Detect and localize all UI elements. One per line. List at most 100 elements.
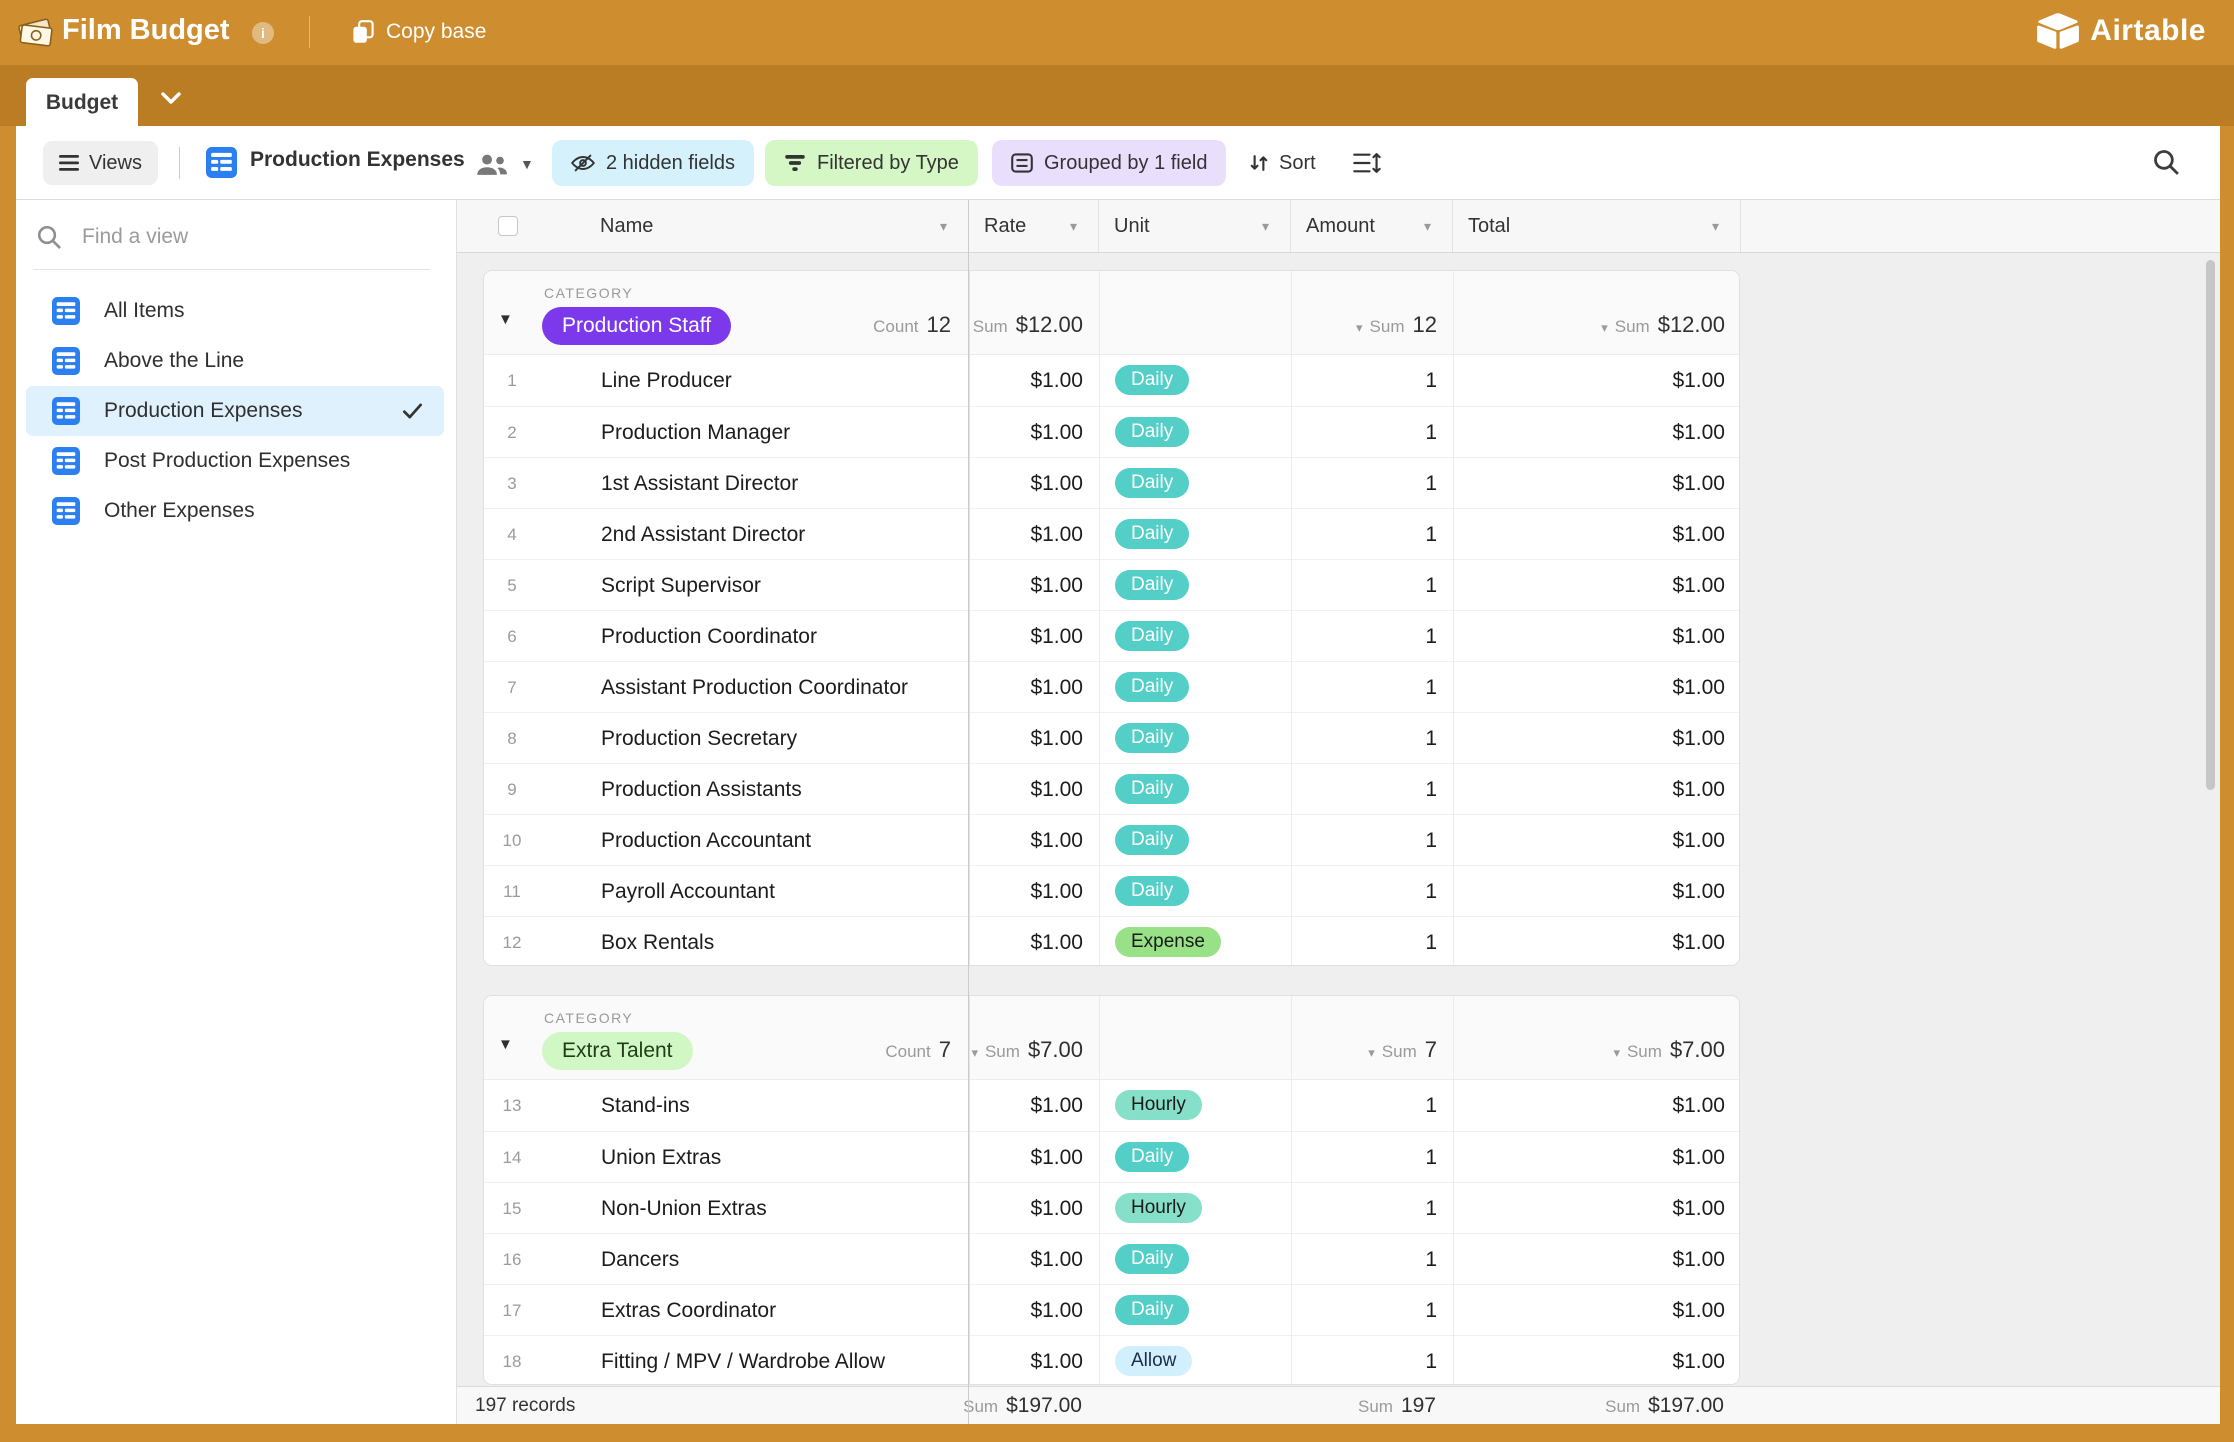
cell-unit[interactable]: Daily bbox=[1115, 1285, 1189, 1336]
footer-amount-summary[interactable]: Sum197 bbox=[1207, 1387, 1436, 1424]
info-icon[interactable]: i bbox=[252, 22, 274, 44]
cell-amount[interactable]: 1 bbox=[1271, 355, 1437, 406]
table-row[interactable]: 3 1st Assistant Director $1.00 Daily 1 $… bbox=[484, 457, 1739, 508]
sidebar-view-item[interactable]: Post Production Expenses bbox=[26, 436, 444, 486]
sidebar-view-item[interactable]: Other Expenses bbox=[26, 486, 444, 536]
group-amount-summary[interactable]: ▾Sum7 bbox=[1187, 996, 1437, 1080]
sort-button[interactable]: Sort bbox=[1249, 140, 1316, 186]
copy-base-button[interactable]: Copy base bbox=[352, 14, 486, 50]
cell-total[interactable]: $1.00 bbox=[1453, 560, 1725, 611]
cell-name[interactable]: Union Extras bbox=[601, 1132, 721, 1183]
unit-pill[interactable]: Daily bbox=[1115, 825, 1189, 855]
cell-name[interactable]: Line Producer bbox=[601, 355, 732, 406]
unit-pill[interactable]: Daily bbox=[1115, 365, 1189, 395]
group-total-summary[interactable]: ▾Sum$12.00 bbox=[1475, 271, 1725, 355]
unit-pill[interactable]: Allow bbox=[1115, 1346, 1192, 1376]
column-chevron-icon[interactable]: ▾ bbox=[1262, 200, 1269, 252]
cell-amount[interactable]: 1 bbox=[1271, 407, 1437, 458]
cell-total[interactable]: $1.00 bbox=[1453, 509, 1725, 560]
column-header-name[interactable]: Name bbox=[600, 200, 653, 252]
vertical-scrollbar[interactable] bbox=[2206, 260, 2215, 790]
cell-name[interactable]: 2nd Assistant Director bbox=[601, 509, 805, 560]
cell-amount[interactable]: 1 bbox=[1271, 560, 1437, 611]
unit-pill[interactable]: Hourly bbox=[1115, 1090, 1202, 1120]
collaborators-icon[interactable] bbox=[476, 153, 508, 177]
unit-pill[interactable]: Expense bbox=[1115, 927, 1221, 957]
cell-total[interactable]: $1.00 bbox=[1453, 1336, 1725, 1385]
table-row[interactable]: 17 Extras Coordinator $1.00 Daily 1 $1.0… bbox=[484, 1284, 1739, 1335]
unit-pill[interactable]: Daily bbox=[1115, 417, 1189, 447]
cell-name[interactable]: Assistant Production Coordinator bbox=[601, 662, 908, 713]
find-view-input[interactable] bbox=[80, 224, 380, 250]
column-chevron-icon[interactable]: ▾ bbox=[1070, 200, 1077, 252]
category-pill[interactable]: Production Staff bbox=[542, 307, 731, 345]
cell-amount[interactable]: 1 bbox=[1271, 509, 1437, 560]
unit-pill[interactable]: Daily bbox=[1115, 1244, 1189, 1274]
cell-name[interactable]: Production Accountant bbox=[601, 815, 811, 866]
column-header-unit[interactable]: Unit bbox=[1114, 200, 1150, 252]
views-button[interactable]: Views bbox=[43, 141, 158, 185]
cell-unit[interactable]: Daily bbox=[1115, 509, 1189, 560]
table-row[interactable]: 10 Production Accountant $1.00 Daily 1 $… bbox=[484, 814, 1739, 865]
filter-button[interactable]: Filtered by Type bbox=[765, 140, 978, 186]
hidden-fields-button[interactable]: 2 hidden fields bbox=[552, 140, 754, 186]
cell-amount[interactable]: 1 bbox=[1271, 1285, 1437, 1336]
cell-unit[interactable]: Daily bbox=[1115, 662, 1189, 713]
table-row[interactable]: 14 Union Extras $1.00 Daily 1 $1.00 bbox=[484, 1131, 1739, 1182]
group-rate-summary[interactable]: ▾Sum$7.00 bbox=[869, 996, 1083, 1080]
cell-total[interactable]: $1.00 bbox=[1453, 866, 1725, 917]
unit-pill[interactable]: Daily bbox=[1115, 519, 1189, 549]
cell-name[interactable]: Production Assistants bbox=[601, 764, 802, 815]
cell-total[interactable]: $1.00 bbox=[1453, 1285, 1725, 1336]
cell-unit[interactable]: Daily bbox=[1115, 355, 1189, 406]
cell-unit[interactable]: Expense bbox=[1115, 917, 1221, 966]
cell-name[interactable]: Production Manager bbox=[601, 407, 790, 458]
column-chevron-icon[interactable]: ▾ bbox=[940, 200, 947, 252]
cell-unit[interactable]: Daily bbox=[1115, 1234, 1189, 1285]
unit-pill[interactable]: Daily bbox=[1115, 1142, 1189, 1172]
table-row[interactable]: 4 2nd Assistant Director $1.00 Daily 1 $… bbox=[484, 508, 1739, 559]
sidebar-view-item[interactable]: Above the Line bbox=[26, 336, 444, 386]
tab-budget[interactable]: Budget bbox=[26, 78, 138, 126]
cell-total[interactable]: $1.00 bbox=[1453, 407, 1725, 458]
cell-total[interactable]: $1.00 bbox=[1453, 1183, 1725, 1234]
group-button[interactable]: Grouped by 1 field bbox=[992, 140, 1226, 186]
sidebar-view-item[interactable]: All Items bbox=[26, 286, 444, 336]
unit-pill[interactable]: Hourly bbox=[1115, 1193, 1202, 1223]
table-row[interactable]: 8 Production Secretary $1.00 Daily 1 $1.… bbox=[484, 712, 1739, 763]
cell-amount[interactable]: 1 bbox=[1271, 713, 1437, 764]
table-row[interactable]: 2 Production Manager $1.00 Daily 1 $1.00 bbox=[484, 406, 1739, 457]
cell-total[interactable]: $1.00 bbox=[1453, 662, 1725, 713]
table-row[interactable]: 18 Fitting / MPV / Wardrobe Allow $1.00 … bbox=[484, 1335, 1739, 1385]
cell-unit[interactable]: Daily bbox=[1115, 560, 1189, 611]
view-options-chevron-icon[interactable]: ▼ bbox=[520, 156, 534, 172]
cell-unit[interactable]: Daily bbox=[1115, 407, 1189, 458]
table-row[interactable]: 13 Stand-ins $1.00 Hourly 1 $1.00 bbox=[484, 1080, 1739, 1131]
tab-list-chevron-icon[interactable] bbox=[156, 83, 186, 113]
collapse-group-icon[interactable]: ▼ bbox=[498, 1036, 513, 1053]
column-chevron-icon[interactable]: ▾ bbox=[1712, 200, 1719, 252]
unit-pill[interactable]: Daily bbox=[1115, 570, 1189, 600]
column-chevron-icon[interactable]: ▾ bbox=[1424, 200, 1431, 252]
cell-amount[interactable]: 1 bbox=[1271, 1234, 1437, 1285]
cell-amount[interactable]: 1 bbox=[1271, 1132, 1437, 1183]
cell-total[interactable]: $1.00 bbox=[1453, 1132, 1725, 1183]
cell-amount[interactable]: 1 bbox=[1271, 917, 1437, 966]
table-row[interactable]: 9 Production Assistants $1.00 Daily 1 $1… bbox=[484, 763, 1739, 814]
cell-amount[interactable]: 1 bbox=[1271, 611, 1437, 662]
cell-amount[interactable]: 1 bbox=[1271, 815, 1437, 866]
select-all-checkbox[interactable] bbox=[498, 216, 518, 236]
cell-unit[interactable]: Daily bbox=[1115, 1132, 1189, 1183]
cell-name[interactable]: 1st Assistant Director bbox=[601, 458, 798, 509]
cell-name[interactable]: Script Supervisor bbox=[601, 560, 761, 611]
cell-amount[interactable]: 1 bbox=[1271, 1080, 1437, 1131]
column-header-total[interactable]: Total bbox=[1468, 200, 1510, 252]
footer-rate-summary[interactable]: Sum$197.00 bbox=[857, 1387, 1082, 1424]
table-row[interactable]: 12 Box Rentals $1.00 Expense 1 $1.00 bbox=[484, 916, 1739, 966]
cell-unit[interactable]: Allow bbox=[1115, 1336, 1192, 1385]
cell-total[interactable]: $1.00 bbox=[1453, 764, 1725, 815]
cell-name[interactable]: Non-Union Extras bbox=[601, 1183, 767, 1234]
cell-amount[interactable]: 1 bbox=[1271, 458, 1437, 509]
airtable-logo[interactable]: Airtable bbox=[2036, 12, 2206, 50]
cell-total[interactable]: $1.00 bbox=[1453, 1234, 1725, 1285]
